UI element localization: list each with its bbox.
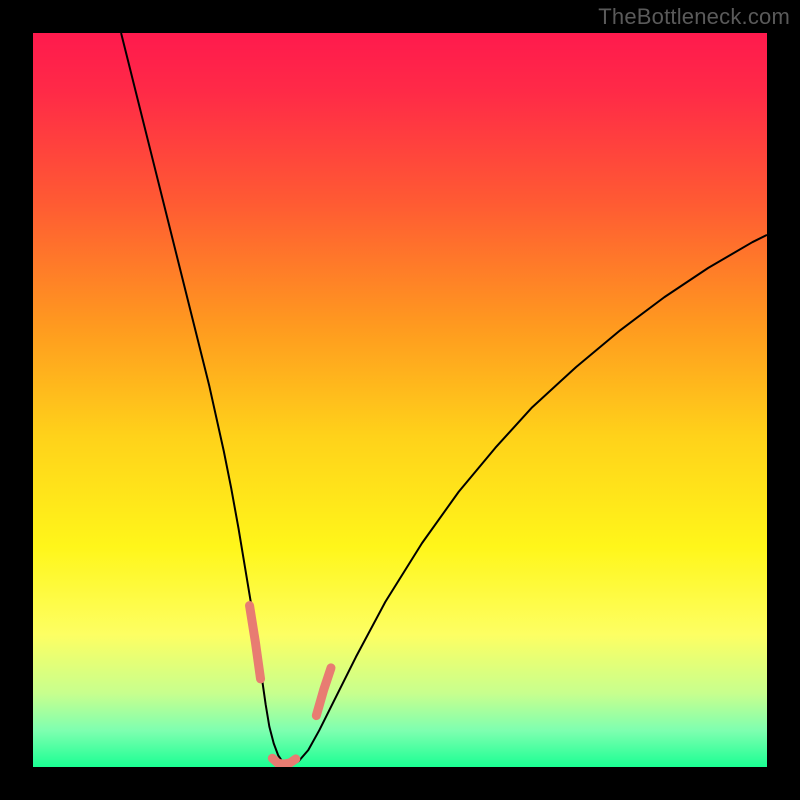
plot-area — [33, 33, 767, 767]
outer-frame: TheBottleneck.com — [0, 0, 800, 800]
chart-background — [33, 33, 767, 767]
watermark-text: TheBottleneck.com — [598, 4, 790, 30]
chart-svg — [33, 33, 767, 767]
